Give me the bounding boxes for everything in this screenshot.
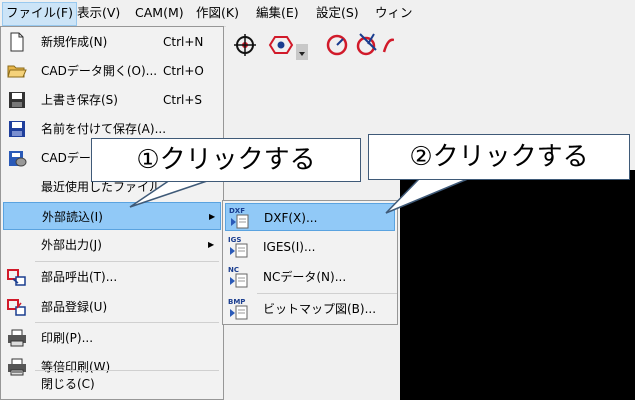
hexagon-tool-icon[interactable]: [268, 32, 294, 58]
arc-tool-icon[interactable]: [382, 32, 394, 58]
cad-data-icon: [7, 148, 27, 168]
menu-item-part-register[interactable]: 部品登録(U): [3, 293, 221, 321]
menu-bar: ファイル(F) 表示(V) CAM(M) 作図(K) 編集(E) 設定(S) ウ…: [0, 0, 635, 27]
menu-item-print[interactable]: 印刷(P)...: [3, 324, 221, 352]
drawing-canvas[interactable]: [400, 170, 635, 400]
callout-second: ②クリックする: [368, 134, 630, 180]
menu-item-label: CADデータ開く(O)...: [41, 64, 158, 78]
iges-file-icon: IGS: [228, 235, 250, 259]
part-call-icon: [7, 267, 27, 287]
submenu-item-dxf[interactable]: DXF DXF(X)...: [225, 203, 395, 231]
menu-settings[interactable]: 設定(S): [313, 2, 362, 24]
callout-first: ①クリックする: [91, 138, 361, 182]
menu-item-label: 外部出力(J): [41, 238, 102, 252]
svg-text:DXF: DXF: [229, 207, 245, 215]
import-submenu: DXF DXF(X)... IGS IGES(I)... NC NCデータ(N)…: [222, 200, 398, 325]
menu-edit[interactable]: 編集(E): [253, 2, 302, 24]
menu-item-open[interactable]: CADデータ開く(O)... Ctrl+O: [3, 57, 221, 85]
circle-radius-tool-icon[interactable]: [324, 32, 350, 58]
menu-item-label: 印刷(P)...: [41, 331, 94, 345]
menu-separator: [35, 261, 219, 262]
menu-item-save[interactable]: 上書き保存(S) Ctrl+S: [3, 86, 221, 114]
bmp-file-icon: BMP: [228, 297, 250, 321]
menu-item-label: 部品呼出(T)...: [41, 270, 118, 284]
menu-cam[interactable]: CAM(M): [132, 2, 187, 24]
submenu-item-label: DXF(X)...: [264, 211, 318, 225]
menu-item-part-call[interactable]: 部品呼出(T)...: [3, 263, 221, 291]
menu-item-shortcut: Ctrl+O: [163, 64, 204, 78]
menu-view[interactable]: 表示(V): [74, 2, 123, 24]
menu-item-label: 部品登録(U): [41, 300, 108, 314]
menu-item-shortcut: Ctrl+N: [163, 35, 204, 49]
part-register-icon: [7, 297, 27, 317]
submenu-arrow-icon: ▶: [208, 240, 215, 249]
menu-draw[interactable]: 作図(K): [193, 2, 242, 24]
menu-item-label: 新規作成(N): [41, 35, 108, 49]
file-menu: 新規作成(N) Ctrl+N CADデータ開く(O)... Ctrl+O 上書き…: [0, 26, 224, 400]
menu-separator: [35, 322, 219, 323]
menu-item-import[interactable]: 外部読込(I) ▶: [3, 202, 221, 230]
svg-text:IGS: IGS: [228, 236, 241, 244]
printer-icon: [7, 328, 27, 348]
menu-item-label: 上書き保存(S): [41, 93, 118, 107]
menu-item-label: 閉じる(C): [41, 377, 95, 391]
circle-tangent-tool-icon[interactable]: [354, 32, 380, 58]
svg-text:NC: NC: [228, 266, 239, 274]
toolbar-dropdown-icon[interactable]: [296, 44, 308, 60]
submenu-item-nc-data[interactable]: NC NCデータ(N)...: [225, 263, 395, 291]
crosshair-circle-tool-icon[interactable]: [232, 32, 258, 58]
menu-item-close[interactable]: 閉じる(C): [3, 370, 221, 398]
toolbar: [226, 26, 635, 68]
submenu-item-label: ビットマップ図(B)...: [263, 302, 377, 316]
menu-item-shortcut: Ctrl+S: [163, 93, 203, 107]
submenu-item-iges[interactable]: IGS IGES(I)...: [225, 233, 395, 261]
svg-text:BMP: BMP: [228, 298, 245, 306]
save-icon: [7, 90, 27, 110]
new-file-icon: [7, 32, 27, 52]
submenu-item-bitmap[interactable]: BMP ビットマップ図(B)...: [225, 295, 395, 323]
submenu-arrow-icon: ▶: [209, 212, 216, 221]
menu-item-new[interactable]: 新規作成(N) Ctrl+N: [3, 28, 221, 56]
menu-window[interactable]: ウィン: [372, 2, 416, 24]
nc-file-icon: NC: [228, 265, 250, 289]
menu-item-export[interactable]: 外部出力(J) ▶: [3, 231, 221, 259]
submenu-item-label: IGES(I)...: [263, 240, 316, 254]
open-folder-icon: [7, 61, 27, 81]
menu-item-label: 外部読込(I): [42, 210, 103, 224]
dxf-file-icon: DXF: [229, 206, 251, 230]
save-as-icon: [7, 119, 27, 139]
submenu-separator: [257, 293, 397, 294]
submenu-item-label: NCデータ(N)...: [263, 270, 347, 284]
menu-file[interactable]: ファイル(F): [2, 2, 77, 26]
